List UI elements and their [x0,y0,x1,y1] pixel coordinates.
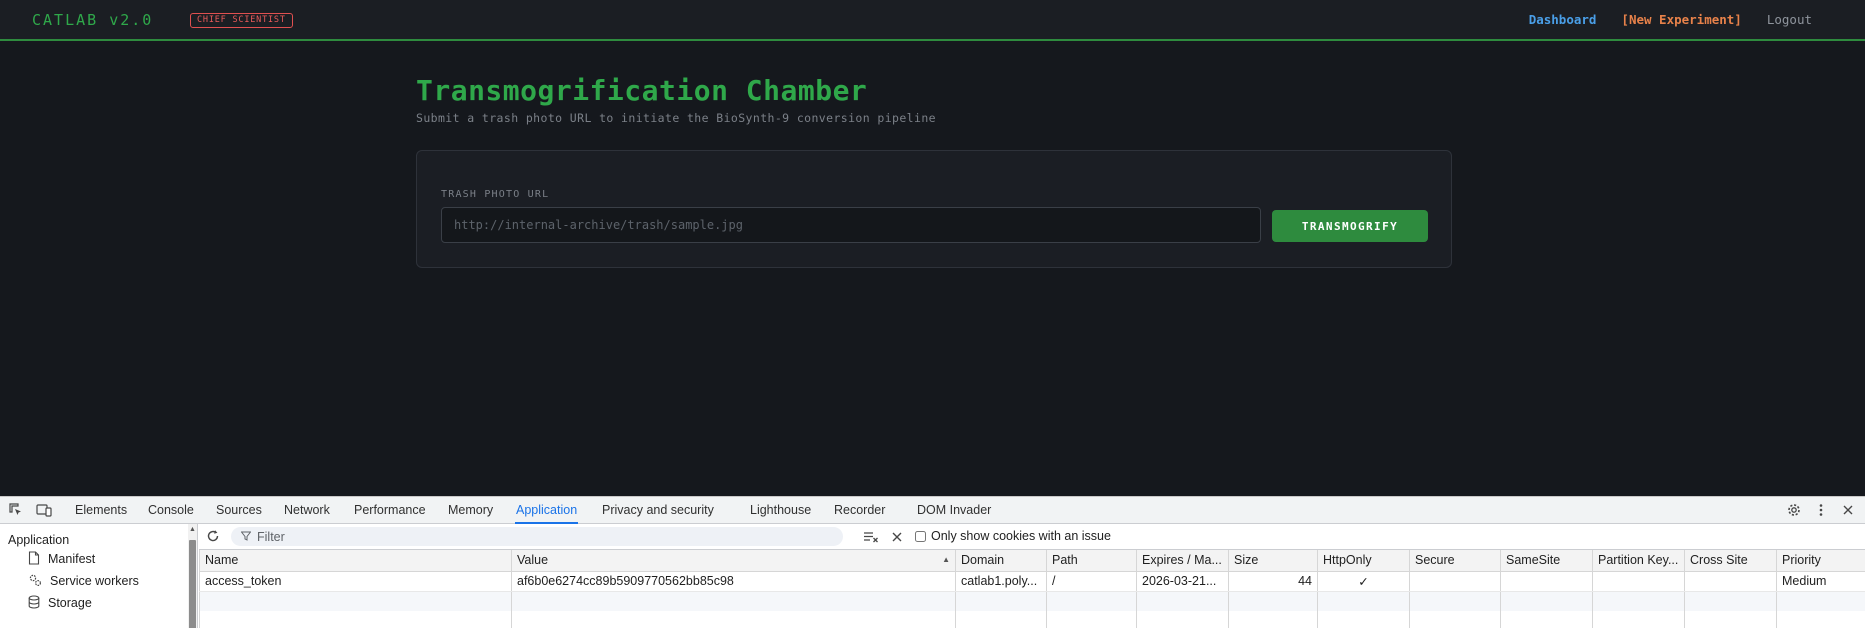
cookie-httponly-cell[interactable]: ✓ [1317,571,1410,592]
column-header-domain[interactable]: Domain [955,550,1047,572]
only-issues-checkbox[interactable] [915,530,926,542]
cookie-partition-key-cell[interactable] [1592,571,1685,592]
document-icon [28,550,40,568]
more-options-icon[interactable] [1813,502,1829,518]
sidebar-scrollbar[interactable]: ▲ [188,524,197,628]
cookie-domain-cell[interactable]: catlab1.poly... [955,571,1047,592]
column-header-path[interactable]: Path [1046,550,1137,572]
cookie-path-cell[interactable]: / [1046,571,1137,592]
column-header-cross-site[interactable]: Cross Site [1684,550,1777,572]
sidebar-item-label: Manifest [48,552,96,566]
nav-link-new-experiment[interactable]: [New Experiment] [1621,12,1741,27]
column-header-expires[interactable]: Expires / Ma... [1136,550,1229,572]
cookies-table: Name Value ▲ Domain Path Expires / Ma... … [199,550,1865,628]
sidebar-item-storage[interactable]: Storage [28,594,92,612]
only-issues-label: Only show cookies with an issue [931,529,1111,543]
table-header-row: Name Value ▲ Domain Path Expires / Ma... … [199,550,1865,572]
device-toolbar-icon[interactable] [36,502,52,518]
devtools-tab-application[interactable]: Application [515,497,579,524]
transmogrify-button[interactable]: TRANSMOGRIFY [1272,210,1428,242]
refresh-icon[interactable] [205,528,221,544]
only-issues-toggle[interactable]: Only show cookies with an issue [915,529,1111,543]
devtools-tabbar: Elements Console Sources Network Perform… [0,497,1865,524]
devtools-tab-lighthouse[interactable]: Lighthouse [749,497,812,524]
sidebar-item-manifest[interactable]: Manifest [28,550,95,568]
devtools-tab-sources[interactable]: Sources [215,497,263,524]
filter-funnel-icon [240,530,252,544]
sidebar-item-label: Storage [48,596,92,610]
column-header-name[interactable]: Name [199,550,512,572]
database-icon [28,594,40,612]
cookie-samesite-cell[interactable] [1500,571,1593,592]
table-row[interactable]: access_token af6b0e6274cc89b5909770562bb… [199,571,1865,592]
column-header-samesite[interactable]: SameSite [1500,550,1593,572]
settings-gear-icon[interactable] [1786,502,1802,518]
devtools-tab-privacy-security[interactable]: Privacy and security [601,497,715,524]
sidebar-item-service-workers[interactable]: Service workers [28,572,139,590]
empty-table-row [199,611,1865,628]
brand-logo[interactable]: CATLAB v2.0 [32,11,153,29]
column-header-label: Value [517,553,549,568]
column-header-size[interactable]: Size [1228,550,1318,572]
cookie-value-cell[interactable]: af6b0e6274cc89b5909770562bb85c98 [511,571,956,592]
empty-table-row [199,591,1865,611]
cookie-name-cell[interactable]: access_token [199,571,512,592]
cookie-filter [231,527,843,546]
column-header-value[interactable]: Value ▲ [511,550,956,572]
page-title: Transmogrification Chamber [416,74,868,107]
delete-all-cookies-icon[interactable] [889,529,905,545]
cookies-toolbar: Only show cookies with an issue [199,524,1865,550]
url-field-label: TRASH PHOTO URL [441,189,550,200]
trash-photo-url-input[interactable] [441,207,1261,243]
cookie-expires-cell[interactable]: 2026-03-21... [1136,571,1229,592]
clear-filtered-cookies-icon[interactable] [863,529,879,545]
devtools-panel: Elements Console Sources Network Perform… [0,496,1865,628]
scroll-up-arrow-icon[interactable]: ▲ [189,526,196,533]
gears-icon [28,573,42,590]
cookie-secure-cell[interactable] [1409,571,1501,592]
submission-panel: TRASH PHOTO URL TRANSMOGRIFY [416,150,1452,268]
cookie-priority-cell[interactable]: Medium [1776,571,1865,592]
devtools-tab-console[interactable]: Console [147,497,195,524]
devtools-tab-dom-invader[interactable]: DOM Invader [916,497,992,524]
nav-link-dashboard[interactable]: Dashboard [1529,12,1597,27]
top-navbar: CATLAB v2.0 CHIEF SCIENTIST Dashboard [N… [0,0,1865,41]
sidebar-item-label: Service workers [50,574,139,588]
column-header-secure[interactable]: Secure [1409,550,1501,572]
scrollbar-thumb[interactable] [189,540,196,628]
close-devtools-icon[interactable] [1840,502,1856,518]
cookie-size-cell[interactable]: 44 [1228,571,1318,592]
devtools-tab-elements[interactable]: Elements [74,497,128,524]
filter-input[interactable] [257,529,817,544]
sidebar-section-title[interactable]: Application [8,533,69,547]
column-header-httponly[interactable]: HttpOnly [1317,550,1410,572]
sort-ascending-icon: ▲ [942,555,950,565]
devtools-tab-memory[interactable]: Memory [447,497,494,524]
column-header-priority[interactable]: Priority [1776,550,1865,572]
application-sidebar: Application Manifest Service workers Sto… [0,524,198,628]
devtools-tab-performance[interactable]: Performance [353,497,427,524]
page-subtitle: Submit a trash photo URL to initiate the… [416,111,936,125]
column-header-partition-key[interactable]: Partition Key... [1592,550,1685,572]
role-badge: CHIEF SCIENTIST [190,13,293,28]
nav-link-logout[interactable]: Logout [1767,12,1812,27]
cookie-cross-site-cell[interactable] [1684,571,1777,592]
inspect-element-icon[interactable] [8,502,24,518]
devtools-tab-network[interactable]: Network [283,497,331,524]
devtools-tab-recorder[interactable]: Recorder [833,497,886,524]
nav-links: Dashboard [New Experiment] Logout [1529,12,1812,27]
